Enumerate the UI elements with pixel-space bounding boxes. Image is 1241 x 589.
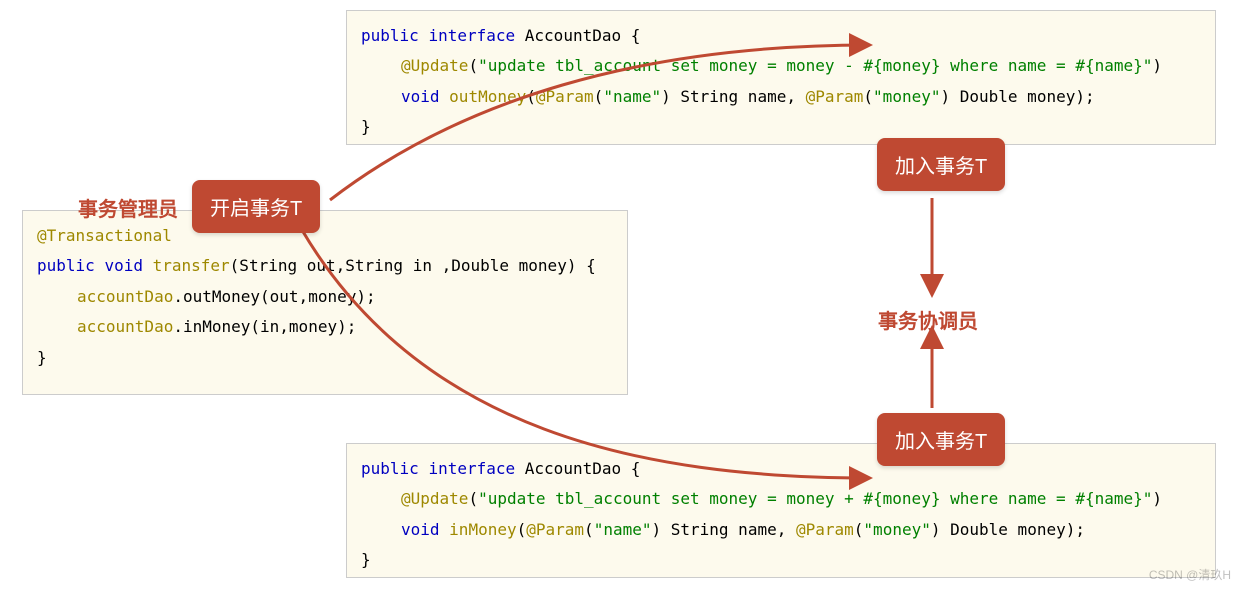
- param-str: "name": [603, 87, 661, 106]
- call: .outMoney(out,money);: [173, 287, 375, 306]
- method-name: transfer: [153, 256, 230, 275]
- kw-public: public: [37, 256, 95, 275]
- param-str: "money": [863, 520, 930, 539]
- annotation: @Update: [401, 489, 468, 508]
- badge-join-transaction-1: 加入事务T: [877, 138, 1005, 191]
- call: .inMoney(in,money);: [173, 317, 356, 336]
- code-box-transfer: @Transactional public void transfer(Stri…: [22, 210, 628, 395]
- param-str: "money": [873, 87, 940, 106]
- kw-interface: interface: [428, 26, 515, 45]
- label-coordinator: 事务协调员: [878, 305, 978, 334]
- obj: accountDao: [77, 287, 173, 306]
- method-name: outMoney: [449, 87, 526, 106]
- param-annotation: @Param: [536, 87, 594, 106]
- param-type: Double money: [950, 520, 1066, 539]
- code-box-outmoney: public interface AccountDao { @Update("u…: [346, 10, 1216, 145]
- label-manager: 事务管理员: [78, 193, 178, 222]
- brace: }: [361, 117, 371, 136]
- paren: (: [468, 56, 478, 75]
- semi: ;: [1085, 87, 1095, 106]
- paren: ): [1152, 489, 1162, 508]
- param-type: String name: [671, 520, 777, 539]
- obj: accountDao: [77, 317, 173, 336]
- brace: {: [631, 26, 641, 45]
- kw-public: public: [361, 26, 419, 45]
- param-annotation: @Param: [526, 520, 584, 539]
- annotation: @Update: [401, 56, 468, 75]
- kw-void: void: [401, 87, 440, 106]
- params: (String out,String in ,Double money) {: [230, 256, 596, 275]
- badge-open-transaction: 开启事务T: [192, 180, 320, 233]
- kw-public: public: [361, 459, 419, 478]
- kw-void: void: [104, 256, 143, 275]
- paren: (: [468, 489, 478, 508]
- sql-string: "update tbl_account set money = money - …: [478, 56, 1152, 75]
- param-annotation: @Param: [806, 87, 864, 106]
- kw-interface: interface: [428, 459, 515, 478]
- class-name: AccountDao: [525, 459, 621, 478]
- method-name: inMoney: [449, 520, 516, 539]
- brace: }: [361, 550, 371, 569]
- param-annotation: @Param: [796, 520, 854, 539]
- watermark: CSDN @清玖H: [1149, 566, 1231, 583]
- kw-void: void: [401, 520, 440, 539]
- param-type: String name: [680, 87, 786, 106]
- annotation: @Transactional: [37, 226, 172, 245]
- paren: ): [1152, 56, 1162, 75]
- badge-join-transaction-2: 加入事务T: [877, 413, 1005, 466]
- param-str: "name": [594, 520, 652, 539]
- semi: ;: [1075, 520, 1085, 539]
- brace: {: [631, 459, 641, 478]
- code-box-inmoney: public interface AccountDao { @Update("u…: [346, 443, 1216, 578]
- sql-string: "update tbl_account set money = money + …: [478, 489, 1152, 508]
- param-type: Double money: [960, 87, 1076, 106]
- brace: }: [37, 348, 47, 367]
- class-name: AccountDao: [525, 26, 621, 45]
